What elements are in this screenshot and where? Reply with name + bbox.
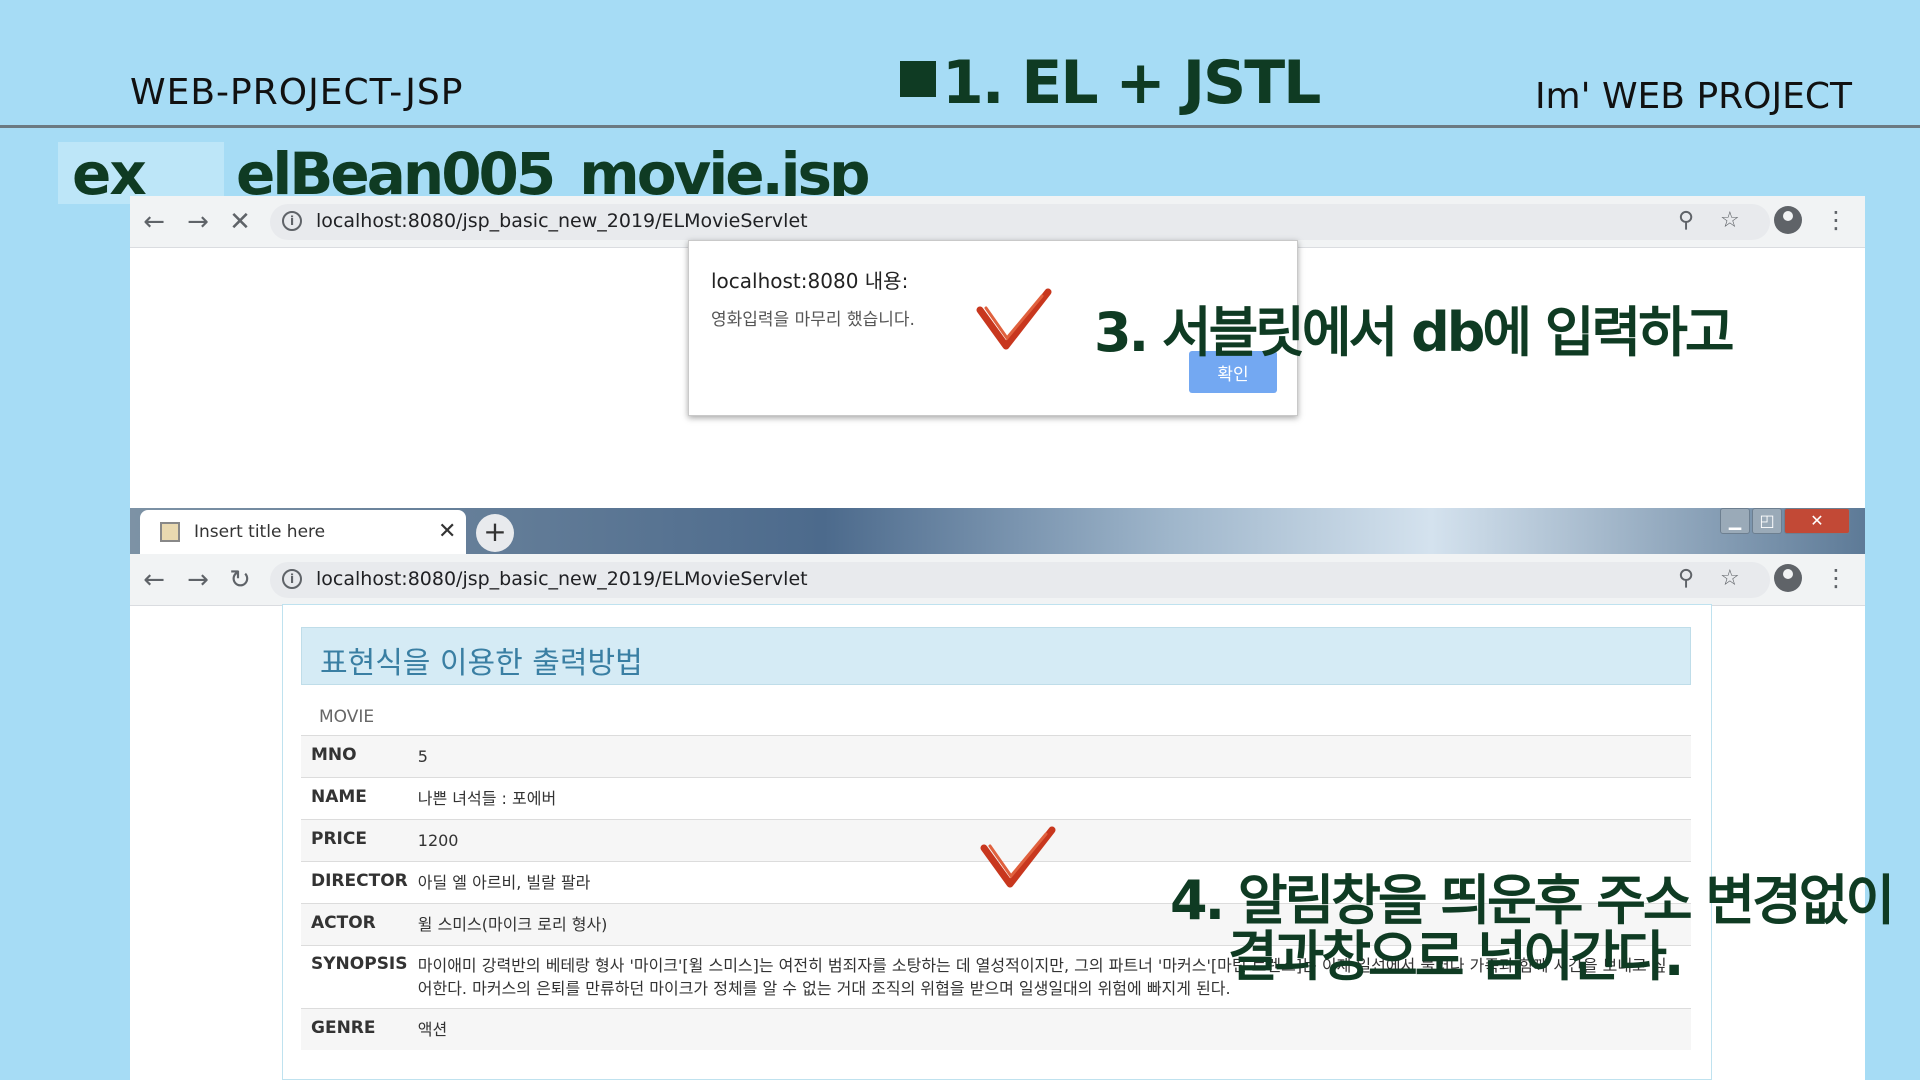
red-checkmark-icon [980,826,1056,888]
reload-icon[interactable]: ↻ [224,564,256,596]
profile-avatar-icon[interactable] [1774,206,1802,234]
row-value: 액션 [417,1020,448,1039]
menu-dots-icon[interactable]: ⋮ [1824,206,1848,234]
maximize-window-icon[interactable]: ◰ [1752,508,1782,534]
slide-center-title-text: 1. EL + JSTL [942,48,1321,118]
new-tab-plus-icon[interactable]: + [476,514,514,552]
table-row: MNO 5 [301,735,1691,778]
zoom-icon[interactable]: ⚲ [1678,566,1694,591]
tab-close-icon[interactable]: ✕ [438,519,456,544]
alert-message: 영화입력을 마무리 했습니다. [711,310,915,330]
row-value: 5 [417,747,428,766]
annotation-step-3: 3. 서블릿에서 db에 입력하고 [1094,301,1735,364]
slide-left-title: WEB-PROJECT-JSP [130,72,464,113]
address-url: localhost:8080/jsp_basic_new_2019/ELMovi… [316,568,808,590]
movie-section-label: MOVIE [319,707,375,727]
red-checkmark-icon [976,288,1052,350]
tab-strip: Insert title here ✕ + ▁ ◰ ✕ [130,508,1865,556]
row-label: DIRECTOR [311,871,408,891]
address-url: localhost:8080/jsp_basic_new_2019/ELMovi… [316,210,808,232]
page-favicon-icon [160,522,180,542]
alert-title: localhost:8080 내용: [711,269,909,293]
back-arrow-icon[interactable]: ← [138,564,170,596]
forward-arrow-icon[interactable]: → [182,206,214,238]
row-label: MNO [311,745,357,765]
slide-header: WEB-PROJECT-JSP 1. EL + JSTL Im' WEB PRO… [0,0,1920,128]
row-label: SYNOPSIS [311,954,408,974]
bookmark-star-icon[interactable]: ☆ [1720,566,1740,591]
close-window-icon[interactable]: ✕ [1784,508,1850,534]
tab-title: Insert title here [194,522,326,542]
row-value: 나쁜 녀석들 : 포에버 [417,789,557,808]
info-icon[interactable]: i [282,569,302,589]
slide-center-title: 1. EL + JSTL [900,48,1321,118]
annotation-step-4-line-2: 결과창으로 넘어간다. [1228,925,1684,988]
row-label: ACTOR [311,913,376,933]
browser-tab[interactable]: Insert title here ✕ [140,510,466,556]
row-label: GENRE [311,1018,376,1038]
bookmark-star-icon[interactable]: ☆ [1720,208,1740,233]
square-bullet-icon [900,61,936,97]
page-heading-panel: 표현식을 이용한 출력방법 [301,627,1691,685]
table-row: NAME 나쁜 녀석들 : 포에버 [301,777,1691,820]
profile-avatar-icon[interactable] [1774,564,1802,592]
zoom-icon[interactable]: ⚲ [1678,208,1694,233]
row-label: PRICE [311,829,367,849]
address-bar[interactable]: i localhost:8080/jsp_basic_new_2019/ELMo… [270,204,1770,240]
menu-dots-icon[interactable]: ⋮ [1824,564,1848,592]
table-row: GENRE 액션 [301,1008,1691,1050]
address-bar[interactable]: i localhost:8080/jsp_basic_new_2019/ELMo… [270,562,1770,598]
back-arrow-icon[interactable]: ← [138,206,170,238]
minimize-window-icon[interactable]: ▁ [1720,508,1750,534]
browser-toolbar-bottom: ← → ↻ i localhost:8080/jsp_basic_new_201… [130,554,1865,606]
page-heading: 표현식을 이용한 출력방법 [320,646,643,681]
row-label: NAME [311,787,367,807]
stop-loading-icon[interactable]: ✕ [224,206,256,238]
info-icon[interactable]: i [282,211,302,231]
forward-arrow-icon[interactable]: → [182,564,214,596]
slide-right-title: Im' WEB PROJECT [1534,76,1852,117]
